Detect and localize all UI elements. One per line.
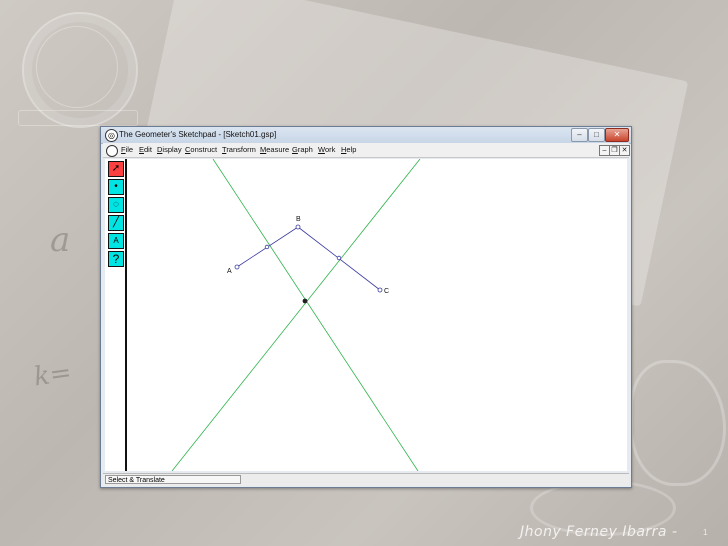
university-seal-banner xyxy=(18,110,138,126)
point-a[interactable] xyxy=(234,264,240,270)
menu-construct[interactable]: Construct xyxy=(185,145,217,154)
toolbox: ➚ • ◌ ╱ A ? xyxy=(105,159,127,471)
point-c[interactable] xyxy=(377,287,383,293)
doc-close-icon[interactable]: ✕ xyxy=(619,145,630,156)
window-title: The Geometer's Sketchpad - [Sketch01.gsp… xyxy=(119,130,277,139)
sketch-canvas[interactable]: A B C xyxy=(127,159,627,471)
document-icon[interactable] xyxy=(106,145,118,157)
minimize-icon[interactable]: – xyxy=(571,128,588,142)
menu-work[interactable]: Work xyxy=(318,145,335,154)
sketchpad-window: ◎ The Geometer's Sketchpad - [Sketch01.g… xyxy=(100,126,632,488)
decorative-ornament-right xyxy=(630,360,726,486)
close-icon[interactable]: ✕ xyxy=(605,128,629,142)
point-b-label: B xyxy=(296,216,301,223)
perpendicular-bisector-bc[interactable] xyxy=(212,159,419,471)
midpoint-ab[interactable] xyxy=(264,244,270,250)
straightedge-tool-icon[interactable]: ╱ xyxy=(108,215,124,231)
menu-file[interactable]: File xyxy=(121,145,133,154)
point-tool-icon[interactable]: • xyxy=(108,179,124,195)
point-c-label: C xyxy=(384,288,389,295)
statusbar: Select & Translate xyxy=(103,473,629,486)
menu-transform[interactable]: Transform xyxy=(222,145,256,154)
text-hand-tool-icon[interactable]: A xyxy=(108,233,124,249)
point-b[interactable] xyxy=(295,224,301,230)
background-math-k: k= xyxy=(32,357,74,393)
status-text: Select & Translate xyxy=(105,475,241,484)
sketch-svg[interactable]: A B C xyxy=(127,159,627,471)
compass-circle-tool-icon[interactable]: ◌ xyxy=(108,197,124,213)
menu-help[interactable]: Help xyxy=(341,145,356,154)
midpoint-bc[interactable] xyxy=(336,255,342,261)
sketchpad-compass-icon: ◎ xyxy=(105,129,118,142)
maximize-icon[interactable]: □ xyxy=(588,128,605,142)
arrow-select-icon[interactable]: ➚ xyxy=(108,161,124,177)
menubar: File Edit Display Construct Transform Me… xyxy=(103,143,630,158)
point-a-label: A xyxy=(227,268,232,275)
university-seal-inner xyxy=(36,26,118,108)
footer-author-name: Jhony Ferney Ibarra - xyxy=(520,524,678,540)
menu-measure[interactable]: Measure xyxy=(260,145,289,154)
help-tool-icon[interactable]: ? xyxy=(108,251,124,267)
slide-page-number: 1 xyxy=(703,528,708,537)
perpendicular-bisector-ab[interactable] xyxy=(171,159,421,471)
window-titlebar[interactable]: ◎ The Geometer's Sketchpad - [Sketch01.g… xyxy=(101,127,631,144)
menu-display[interactable]: Display xyxy=(157,145,182,154)
menu-graph[interactable]: Graph xyxy=(292,145,313,154)
circumcenter-intersection-point[interactable] xyxy=(302,298,308,304)
menu-edit[interactable]: Edit xyxy=(139,145,152,154)
background-math-a: a xyxy=(50,220,71,260)
